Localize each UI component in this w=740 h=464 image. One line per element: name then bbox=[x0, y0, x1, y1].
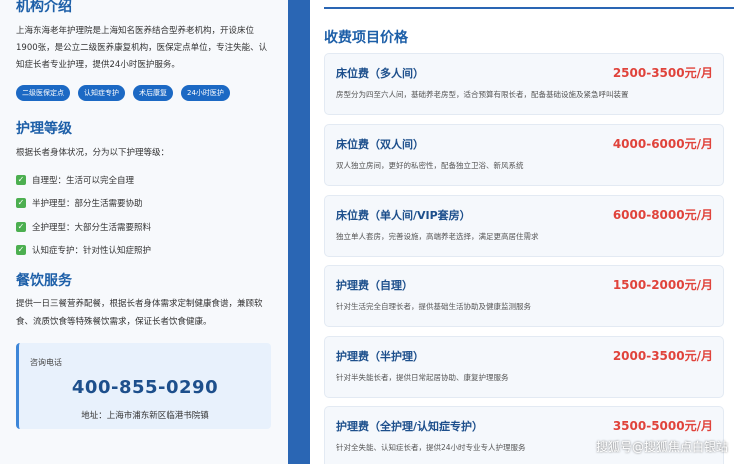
price-card: 护理费（半护理） 2000-3500元/月 针对半失能长者，提供日常起居协助、康… bbox=[324, 336, 724, 398]
top-rule bbox=[324, 7, 734, 9]
care-level-list: ✓ 自理型：生活可以完全自理 ✓ 半护理型：部分生活需要协助 ✓ 全护理型：大部… bbox=[16, 168, 151, 262]
panel-divider bbox=[288, 0, 310, 464]
price-card: 护理费（全护理/认知症专护） 3500-5000元/月 针对全失能、认知症长者，… bbox=[324, 406, 724, 464]
intro-tags: 二级医保定点 认知症专护 术后康复 24小时医护 bbox=[16, 85, 230, 101]
care-item-label: 认知症专护：针对性认知症照护 bbox=[32, 246, 152, 257]
price-item-name: 护理费（半护理） bbox=[336, 350, 424, 363]
care-description: 根据长者身体状况，分为以下护理等级： bbox=[16, 148, 170, 158]
intro-heading: 机构介绍 bbox=[16, 0, 72, 15]
right-panel: 收费项目价格 床位费（多人间） 2500-3500元/月 房型分为四至六人间，基… bbox=[310, 0, 740, 464]
price-item-desc: 双人独立房间，更好的私密性，配备独立卫浴、新风系统 bbox=[336, 161, 524, 170]
food-text: 提供一日三餐营养配餐，根据长者身体需求定制健康食谱，兼顾软食、流质饮食等特殊餐饮… bbox=[16, 299, 263, 327]
watermark-text: 搜狐号@搜狐焦点白银站 bbox=[595, 440, 728, 454]
care-item-label: 全护理型：大部分生活需要照料 bbox=[32, 222, 152, 233]
list-item: ✓ 全护理型：大部分生活需要照料 bbox=[16, 215, 151, 239]
price-card: 护理费（自理） 1500-2000元/月 针对生活完全自理长者，提供基础生活协助… bbox=[324, 265, 724, 327]
price-card: 床位费（双人间） 4000-6000元/月 双人独立房间，更好的私密性，配备独立… bbox=[324, 124, 724, 186]
price-item-desc: 针对生活完全自理长者，提供基础生活协助及健康监测服务 bbox=[336, 302, 531, 311]
price-item-name: 护理费（全护理/认知症专护） bbox=[336, 420, 484, 433]
contact-phone[interactable]: 400-855-0290 bbox=[19, 377, 271, 398]
left-panel: 机构介绍 上海东海老年护理院是上海知名医养结合型养老机构，开设床位1900张，是… bbox=[0, 0, 288, 464]
tag-badge: 术后康复 bbox=[133, 85, 173, 101]
price-item-name: 床位费（多人间） bbox=[336, 67, 424, 80]
tag-badge: 24小时医护 bbox=[181, 85, 230, 101]
list-item: ✓ 自理型：生活可以完全自理 bbox=[16, 168, 151, 192]
checkmark-icon: ✓ bbox=[16, 221, 26, 232]
price-item-price: 4000-6000元/月 bbox=[612, 137, 713, 151]
price-item-price: 3500-5000元/月 bbox=[612, 419, 713, 433]
price-card: 床位费（单人间/VIP套房） 6000-8000元/月 独立单人套房，完善设施，… bbox=[324, 195, 724, 257]
price-item-desc: 独立单人套房，完善设施，高端养老选择，满足更高居住需求 bbox=[336, 232, 539, 241]
contact-label: 咨询电话 bbox=[30, 358, 62, 367]
list-item: ✓ 认知症专护：针对性认知症照护 bbox=[16, 239, 151, 263]
price-card: 床位费（多人间） 2500-3500元/月 房型分为四至六人间，基础养老房型，适… bbox=[324, 53, 724, 115]
checkmark-icon: ✓ bbox=[16, 174, 26, 185]
contact-box: 咨询电话 400-855-0290 地址：上海市浦东新区临港书院镇 bbox=[16, 343, 271, 429]
price-item-price: 2500-3500元/月 bbox=[612, 66, 713, 80]
contact-address: 地址：上海市浦东新区临港书院镇 bbox=[81, 411, 209, 421]
care-heading: 护理等级 bbox=[16, 121, 72, 137]
price-item-desc: 针对半失能长者，提供日常起居协助、康复护理服务 bbox=[336, 373, 509, 382]
price-item-price: 1500-2000元/月 bbox=[612, 278, 713, 292]
checkmark-icon: ✓ bbox=[16, 198, 26, 209]
list-item: ✓ 半护理型：部分生活需要协助 bbox=[16, 192, 151, 216]
pricing-heading: 收费项目价格 bbox=[324, 30, 408, 46]
food-heading: 餐饮服务 bbox=[16, 273, 72, 289]
checkmark-icon: ✓ bbox=[16, 245, 26, 256]
care-item-label: 自理型：生活可以完全自理 bbox=[32, 175, 135, 186]
price-item-price: 2000-3500元/月 bbox=[612, 349, 713, 363]
tag-badge: 认知症专护 bbox=[78, 85, 125, 101]
price-item-name: 床位费（双人间） bbox=[336, 138, 424, 151]
price-item-name: 护理费（自理） bbox=[336, 279, 413, 292]
price-item-desc: 房型分为四至六人间，基础养老房型，适合预算有限长者，配备基础设施及紧急呼叫装置 bbox=[336, 90, 629, 99]
care-item-label: 半护理型：部分生活需要协助 bbox=[32, 199, 143, 210]
price-item-price: 6000-8000元/月 bbox=[612, 208, 713, 222]
tag-badge: 二级医保定点 bbox=[16, 85, 70, 101]
price-item-name: 床位费（单人间/VIP套房） bbox=[336, 209, 471, 222]
intro-text: 上海东海老年护理院是上海知名医养结合型养老机构，开设床位1900张，是公立二级医… bbox=[16, 26, 268, 70]
